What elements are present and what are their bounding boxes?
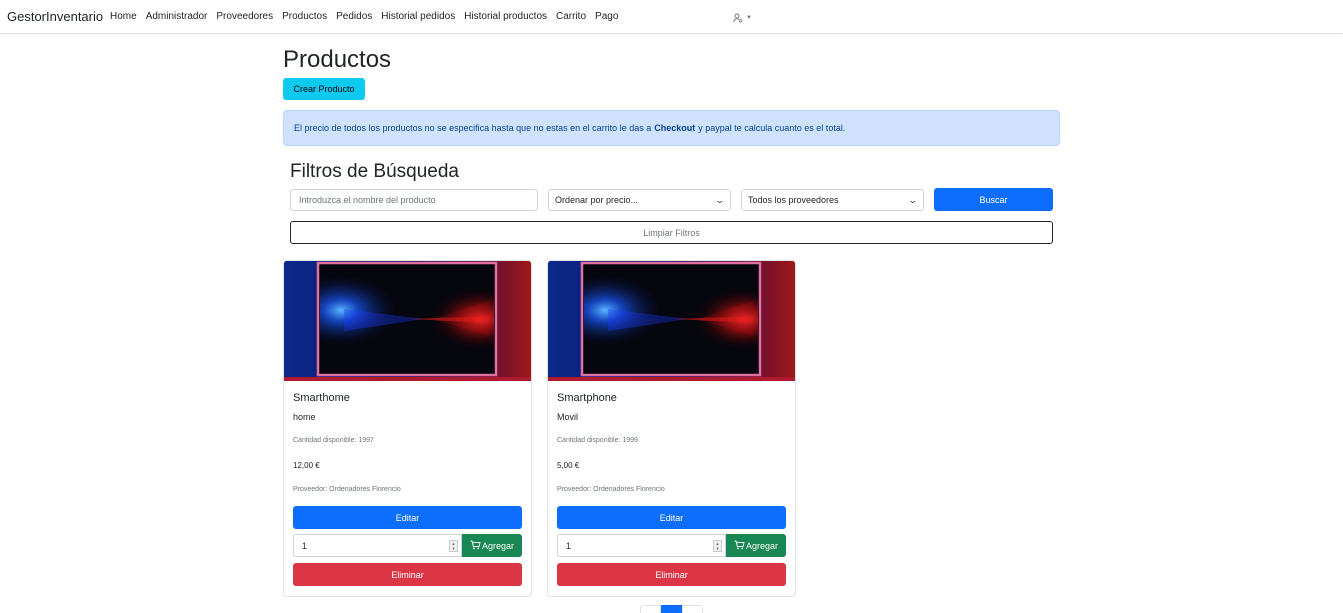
- quantity-value: 1: [302, 540, 308, 551]
- price-info-alert: El precio de todos los productos no se e…: [283, 110, 1060, 146]
- nav-link-pago[interactable]: Pago: [595, 11, 618, 22]
- filters-title: Filtros de Búsqueda: [290, 161, 459, 182]
- alert-text-before: El precio de todos los productos no se e…: [294, 123, 652, 133]
- product-provider: Proveedor: Ordenadores Florencio: [293, 486, 401, 493]
- user-menu-dropdown[interactable]: ▼: [733, 13, 752, 23]
- create-product-button[interactable]: Crear Producto: [283, 78, 365, 100]
- chevron-down-icon: ⌄: [908, 194, 919, 205]
- price-order-select[interactable]: Ordenar por precio... ⌄: [548, 189, 731, 211]
- caret-down-icon: ▼: [746, 15, 752, 21]
- delete-product-button[interactable]: Eliminar: [293, 563, 522, 586]
- product-quantity: Cantidad disponible: 1997: [293, 437, 374, 444]
- product-provider: Proveedor: Ordenadores Florencio: [557, 486, 665, 493]
- product-image: [548, 261, 795, 381]
- product-name: Smartphone: [557, 392, 617, 404]
- edit-product-button[interactable]: Editar: [293, 506, 522, 529]
- price-order-select-value: Ordenar por precio...: [555, 195, 639, 205]
- page-title: Productos: [283, 46, 392, 73]
- chevron-down-icon: ⌄: [715, 194, 726, 205]
- nav-link-pedidos[interactable]: Pedidos: [336, 11, 372, 22]
- product-category: Movil: [557, 412, 579, 422]
- quantity-value: 1: [566, 540, 572, 551]
- pagination-next-button[interactable]: [682, 605, 703, 613]
- nav-link-proveedores[interactable]: Proveedores: [216, 11, 273, 22]
- spinner-arrows-icon[interactable]: ▲ ▼: [449, 540, 458, 552]
- nav-link-home[interactable]: Home: [110, 11, 137, 22]
- alert-text-after: y paypal te calcula cuanto es el total.: [698, 123, 846, 133]
- nav-link-historial-pedidos[interactable]: Historial pedidos: [381, 11, 455, 22]
- pagination: [640, 605, 703, 613]
- add-to-cart-label: Agregar: [481, 540, 515, 551]
- pagination-current-page[interactable]: [661, 605, 682, 613]
- cart-icon: [470, 540, 481, 552]
- brand-logo-link[interactable]: GestorInventario: [7, 9, 103, 24]
- quantity-stepper[interactable]: 1 ▲ ▼: [557, 534, 726, 557]
- add-to-cart-button[interactable]: Agregar: [462, 534, 522, 557]
- product-card: Smartphone Movil Cantidad disponible: 19…: [547, 260, 796, 597]
- product-quantity: Cantidad disponible: 1999: [557, 437, 638, 444]
- product-price: 12,00 €: [293, 461, 320, 470]
- edit-product-button[interactable]: Editar: [557, 506, 786, 529]
- pagination-prev-button[interactable]: [640, 605, 661, 613]
- product-name: Smarthome: [293, 392, 350, 404]
- product-category: home: [293, 412, 316, 422]
- search-button[interactable]: Buscar: [934, 188, 1053, 211]
- add-to-cart-button[interactable]: Agregar: [726, 534, 786, 557]
- alert-checkout-bold: Checkout: [654, 123, 696, 133]
- clear-filters-button[interactable]: Limpiar Filtros: [290, 221, 1053, 244]
- add-to-cart-label: Agregar: [745, 540, 779, 551]
- spinner-arrows-icon[interactable]: ▲ ▼: [713, 540, 722, 552]
- cart-icon: [734, 540, 745, 552]
- nav-link-productos[interactable]: Productos: [282, 11, 327, 22]
- provider-select[interactable]: Todos los proveedores ⌄: [741, 189, 924, 211]
- quantity-stepper[interactable]: 1 ▲ ▼: [293, 534, 462, 557]
- product-price: 5,00 €: [557, 461, 580, 470]
- navbar: GestorInventario Home Administrador Prov…: [0, 0, 1343, 34]
- product-image: [284, 261, 531, 381]
- nav-links: Home Administrador Proveedores Productos…: [110, 11, 618, 22]
- delete-product-button[interactable]: Eliminar: [557, 563, 786, 586]
- product-name-search-input[interactable]: [290, 189, 538, 211]
- nav-link-historial-productos[interactable]: Historial productos: [464, 11, 547, 22]
- nav-link-administrador[interactable]: Administrador: [146, 11, 208, 22]
- product-card: Smarthome home Cantidad disponible: 1997…: [283, 260, 532, 597]
- provider-select-value: Todos los proveedores: [748, 195, 839, 205]
- user-gear-icon: [733, 13, 743, 23]
- nav-link-carrito[interactable]: Carrito: [556, 11, 586, 22]
